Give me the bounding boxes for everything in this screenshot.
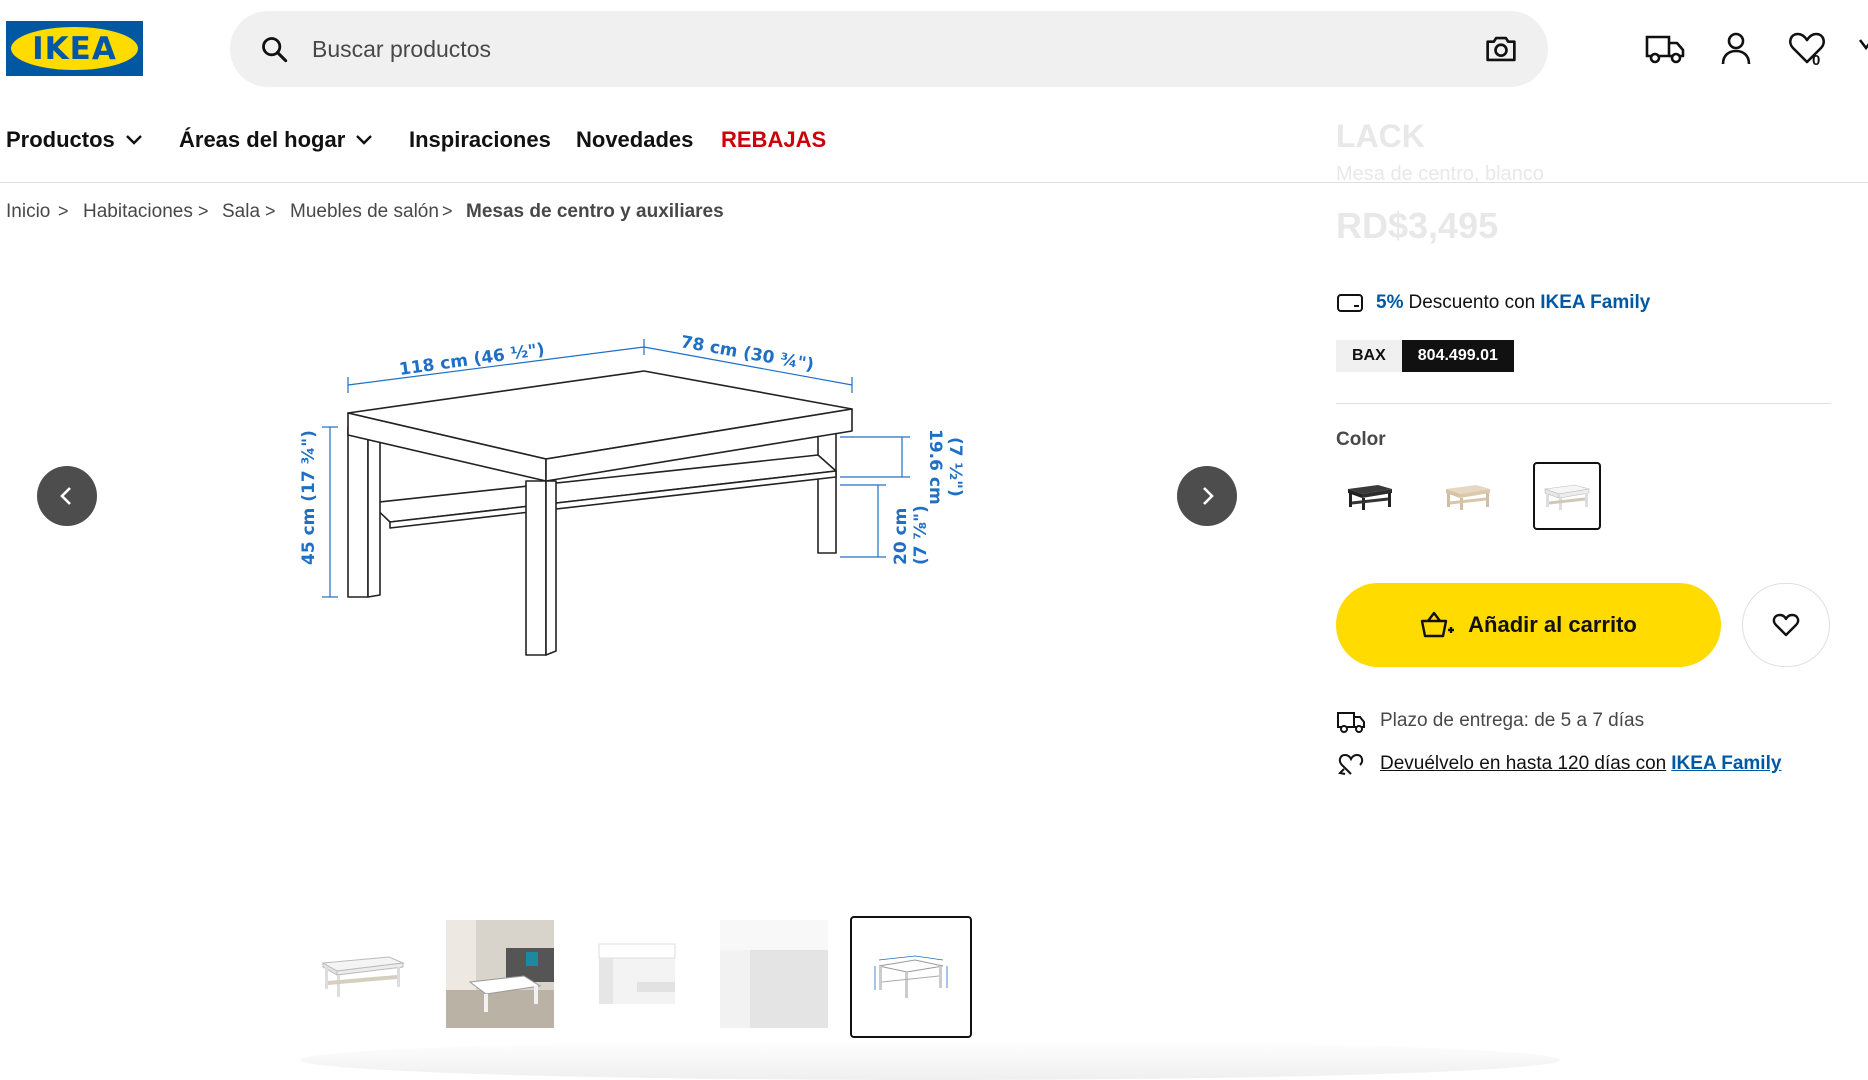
- article-number-badge: BAX 804.499.01: [1336, 340, 1514, 372]
- cart-icon[interactable]: [1858, 28, 1868, 68]
- chevron-down-icon: [125, 135, 142, 145]
- nav-label: Productos: [6, 127, 115, 152]
- delivery-truck-icon: [1337, 712, 1365, 733]
- nav-label: Áreas del hogar: [179, 127, 346, 152]
- breadcrumb-item[interactable]: Muebles de salón: [290, 201, 439, 223]
- thumb-detail-image: [598, 943, 676, 1004]
- return-heart-icon: [1337, 753, 1364, 775]
- add-to-cart-button[interactable]: Añadir al carrito: [1336, 583, 1721, 667]
- return-info-row: Devuélvelo en hasta 120 días con IKEA Fa…: [1336, 751, 1781, 777]
- dimension-shelf-gap-label: 19.6 cm: [925, 429, 945, 505]
- wishlist-count: 0: [1812, 52, 1821, 69]
- logo-text: IKEA: [32, 30, 117, 67]
- user-account-icon[interactable]: [1716, 28, 1756, 68]
- family-discount-row: 5% Descuento con IKEA Family: [1336, 292, 1650, 314]
- thumbnail-corner-closeup[interactable]: [720, 920, 828, 1028]
- family-discount-text: Descuento con: [1408, 292, 1536, 313]
- thumb-table-image: [321, 956, 405, 997]
- panel-divider: [1336, 403, 1831, 404]
- dimension-depth-label: 78 cm (30 ¾"): [679, 332, 815, 375]
- thumb-corner-image: [720, 920, 828, 1028]
- search-bar[interactable]: [230, 11, 1548, 87]
- nav-label: REBAJAS: [721, 127, 827, 152]
- nav-rebajas[interactable]: REBAJAS: [721, 127, 826, 153]
- delivery-truck-icon[interactable]: [1645, 28, 1685, 68]
- thumbnail-detail-edge[interactable]: [583, 920, 691, 1028]
- add-to-cart-label: Añadir al carrito: [1468, 612, 1637, 637]
- bottom-shadow: [300, 1040, 1560, 1080]
- ikea-logo[interactable]: IKEA: [6, 21, 143, 76]
- nav-inspiraciones[interactable]: Inspiraciones: [409, 127, 551, 153]
- nav-novedades[interactable]: Novedades: [576, 127, 693, 153]
- sticky-product-description: Mesa de centro, blanco: [1336, 163, 1544, 185]
- family-discount-percent: 5%: [1376, 292, 1404, 313]
- product-dimension-drawing: 118 cm (46 ½") 78 cm (30 ¾") 45 cm (17 ¾…: [299, 332, 965, 656]
- nav-divider: [0, 182, 1868, 183]
- breadcrumb-current: Mesas de centro y auxiliares: [466, 201, 724, 222]
- breadcrumb-separator: >: [198, 201, 209, 221]
- breadcrumb-item[interactable]: Habitaciones: [83, 201, 193, 223]
- ikea-family-link[interactable]: IKEA Family: [1540, 292, 1650, 314]
- logo-oval: IKEA: [11, 27, 138, 70]
- breadcrumb-separator: >: [442, 201, 453, 221]
- add-to-wishlist-button[interactable]: [1742, 583, 1830, 667]
- gallery-next-button[interactable]: [1177, 466, 1237, 526]
- return-ikea-family-link[interactable]: IKEA Family: [1671, 753, 1781, 775]
- nav-areas-hogar[interactable]: Áreas del hogar: [179, 127, 373, 153]
- dimension-width-label: 118 cm (46 ½"): [398, 340, 546, 380]
- color-swatch-black-brown[interactable]: [1336, 462, 1404, 530]
- thumb-dimensions-image: [874, 955, 948, 998]
- sticky-product-name: LACK: [1336, 118, 1425, 154]
- dimension-height-label: 45 cm (17 ¾"): [299, 430, 319, 565]
- sticky-product-price: RD$3,495: [1336, 205, 1499, 246]
- article-label: BAX: [1336, 340, 1402, 372]
- color-label: Color: [1336, 429, 1386, 450]
- heart-icon: [1772, 613, 1800, 637]
- camera-icon[interactable]: [1484, 33, 1518, 65]
- site-header: IKEA 0: [0, 0, 1868, 100]
- nav-productos[interactable]: Productos: [6, 127, 143, 153]
- gallery-prev-button[interactable]: [37, 466, 97, 526]
- wishlist-heart-icon[interactable]: [1787, 28, 1827, 68]
- delivery-text: Plazo de entrega: de 5 a 7 días: [1380, 710, 1645, 731]
- breadcrumb-item[interactable]: Inicio: [6, 201, 50, 223]
- dimension-shelf-height-label: 20 cm: [891, 508, 911, 565]
- search-icon[interactable]: [260, 35, 288, 63]
- thumbnail-living-room[interactable]: [446, 920, 554, 1028]
- thumbnail-dimensions-selected[interactable]: [850, 916, 972, 1038]
- thumb-room-image: [446, 920, 554, 1028]
- thumbnail-table-front[interactable]: [309, 920, 417, 1028]
- swatch-black-table-icon: [1348, 485, 1392, 510]
- search-input[interactable]: [312, 29, 1412, 69]
- color-swatch-white-oak[interactable]: [1434, 462, 1502, 530]
- return-policy-link[interactable]: Devuélvelo en hasta 120 días con: [1380, 753, 1666, 775]
- breadcrumb-separator: >: [265, 201, 276, 221]
- nav-label: Novedades: [576, 127, 694, 152]
- swatch-oak-table-icon: [1446, 485, 1490, 510]
- chevron-left-icon: [60, 487, 71, 505]
- swatch-white-table-icon: [1544, 484, 1590, 510]
- family-card-icon: [1337, 294, 1363, 312]
- breadcrumb-separator: >: [58, 201, 69, 221]
- nav-label: Inspiraciones: [409, 127, 551, 152]
- article-number: 804.499.01: [1401, 340, 1514, 372]
- dimension-shelf-height-inch-label: (7 ⅞"): [911, 505, 931, 565]
- delivery-info-row: Plazo de entrega: de 5 a 7 días: [1336, 708, 1644, 734]
- chevron-down-icon: [356, 135, 373, 145]
- dimension-shelf-gap-inch-label: (7 ½"): [945, 437, 965, 497]
- color-swatch-white-selected[interactable]: [1533, 462, 1601, 530]
- chevron-right-icon: [1203, 487, 1214, 505]
- shopping-bag-plus-icon: [1420, 611, 1455, 638]
- breadcrumb-item[interactable]: Sala: [222, 201, 260, 223]
